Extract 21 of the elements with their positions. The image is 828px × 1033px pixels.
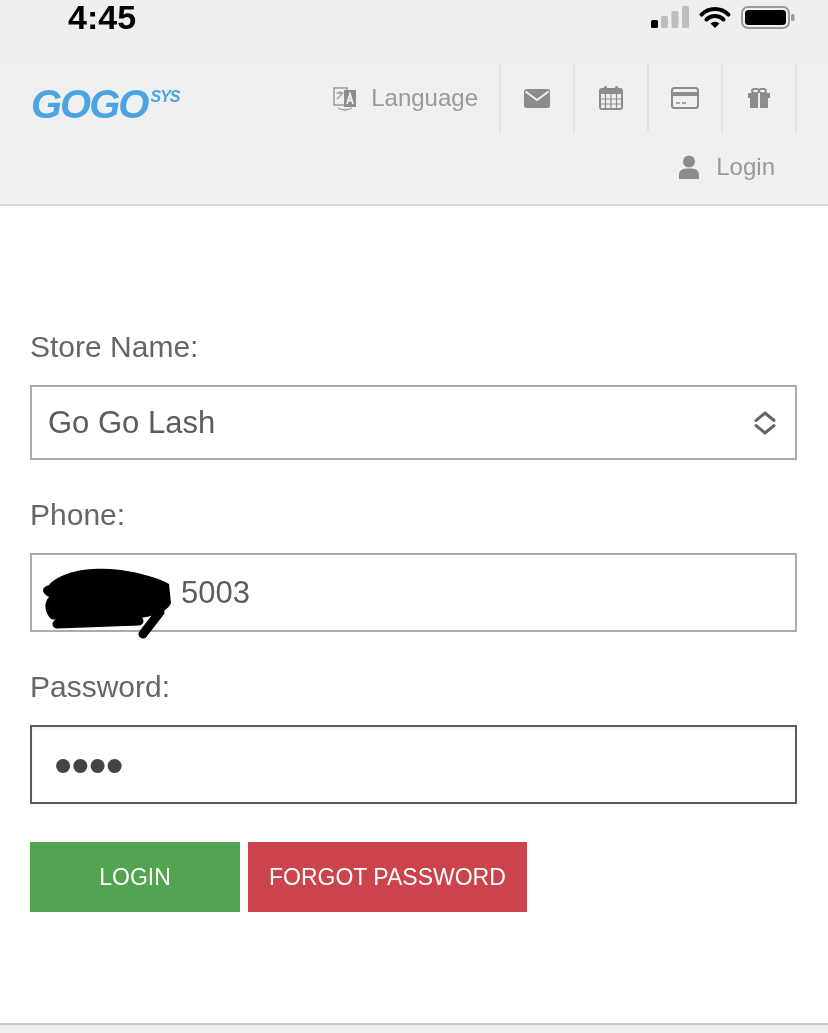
field-label: Store Name:: [30, 330, 200, 364]
store-dropdown[interactable]: Go Go Lash: [30, 385, 797, 460]
wifi-icon: [699, 5, 731, 29]
calendar-icon: [599, 86, 623, 110]
language-menu[interactable]: Language: [331, 64, 501, 132]
login-link[interactable]: Login: [679, 153, 775, 183]
battery-icon: [741, 5, 795, 29]
gift-icon: [748, 88, 770, 108]
user-icon: [679, 155, 700, 179]
logo: GOGO$^{SYS}$: [31, 80, 180, 124]
credit-card-icon: [671, 87, 699, 109]
field-label: Phone:: [30, 498, 127, 532]
login-button[interactable]: LOGIN: [30, 842, 240, 912]
chevron-icon: [753, 410, 777, 435]
signal-icon: [651, 6, 689, 28]
password-input[interactable]: ••••: [30, 725, 797, 804]
translate-icon: [333, 85, 358, 111]
field-label: Password:: [30, 670, 172, 704]
forgot-password-button[interactable]: FORGOT PASSWORD: [248, 842, 527, 912]
status-time: 4:45: [68, 0, 137, 34]
envelope-icon: [524, 88, 550, 108]
